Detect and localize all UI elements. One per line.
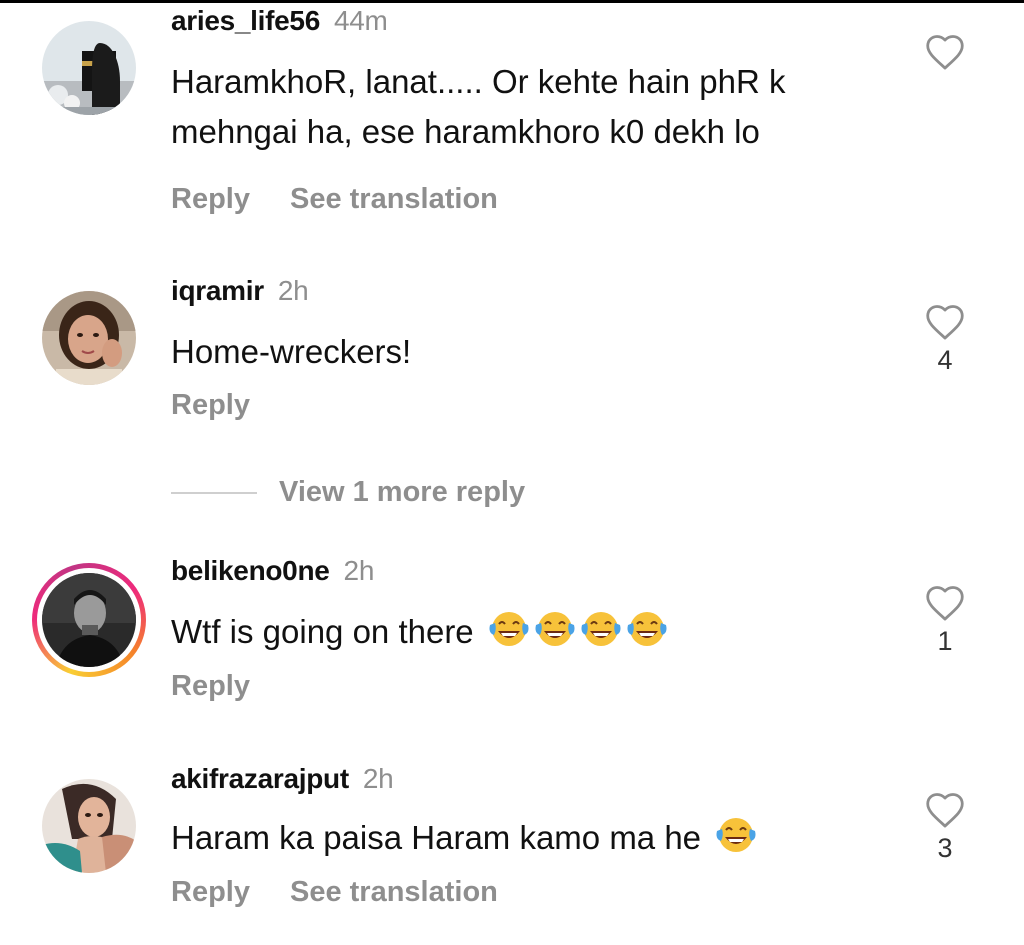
username-text[interactable]: akifrazarajput <box>171 763 349 794</box>
avatar[interactable] <box>42 21 136 115</box>
comment-username[interactable]: iqramir 2h <box>171 275 309 307</box>
see-translation-button[interactable]: See translation <box>290 876 498 908</box>
view-more-replies[interactable]: View 1 more reply <box>171 476 525 516</box>
face-with-tears-of-joy-icon <box>487 609 531 663</box>
comment-text: Home-wreckers! <box>171 333 412 370</box>
avatar-image <box>42 573 136 667</box>
comment-actions: Reply See translation <box>171 183 498 216</box>
like-control <box>923 33 967 71</box>
divider-line <box>171 491 257 494</box>
like-count[interactable]: 1 <box>923 626 967 657</box>
comment-text-line: HaramkhoR, lanat..... Or kehte hain phR … <box>171 63 786 100</box>
avatar[interactable] <box>42 779 136 873</box>
avatar-image <box>42 779 136 873</box>
comments-panel: aries_life56 44m HaramkhoR, lanat..... Or… <box>0 0 1024 945</box>
comment-actions: Reply <box>171 389 250 422</box>
like-control: 1 <box>923 584 967 657</box>
reply-button[interactable]: Reply <box>171 183 250 215</box>
username-text[interactable]: aries_life56 <box>171 5 320 36</box>
like-count[interactable]: 3 <box>923 833 967 864</box>
comment-time: 44m <box>333 5 388 36</box>
comment-time: 2h <box>277 275 309 306</box>
face-with-tears-of-joy-icon <box>579 609 623 663</box>
like-control: 4 <box>923 303 967 376</box>
username-text[interactable]: belikeno0ne <box>171 555 330 586</box>
avatar-image <box>42 291 136 385</box>
comment-actions: Reply See translation <box>171 876 498 909</box>
story-ring[interactable] <box>32 563 146 677</box>
see-translation-button[interactable]: See translation <box>290 183 498 215</box>
comment-actions: Reply <box>171 670 250 703</box>
like-control: 3 <box>923 791 967 864</box>
comment-text: Wtf is going on there <box>171 607 669 663</box>
face-with-tears-of-joy-icon <box>714 815 758 869</box>
comment-text-content: Haram ka paisa Haram kamo ma he <box>171 819 702 856</box>
comment-username[interactable]: aries_life56 44m <box>171 5 388 37</box>
avatar-image <box>42 21 136 115</box>
username-text[interactable]: iqramir <box>171 275 264 306</box>
avatar <box>42 573 136 667</box>
comment-username[interactable]: akifrazarajput 2h <box>171 763 394 795</box>
face-with-tears-of-joy-icon <box>533 609 577 663</box>
heart-outline-icon[interactable] <box>924 303 966 341</box>
reply-button[interactable]: Reply <box>171 670 250 702</box>
comment-text-content: Wtf is going on there <box>171 613 474 650</box>
face-with-tears-of-joy-icon <box>625 609 669 663</box>
heart-outline-icon[interactable] <box>924 584 966 622</box>
avatar[interactable] <box>42 291 136 385</box>
comment-text: HaramkhoR, lanat..... Or kehte hain phR … <box>171 57 785 157</box>
comment-time: 2h <box>343 555 375 586</box>
comment-time: 2h <box>362 763 394 794</box>
comment-text-line: mehngai ha, ese haramkhoro k0 dekh lo <box>171 113 760 150</box>
view-more-replies-label[interactable]: View 1 more reply <box>279 476 525 508</box>
reply-button[interactable]: Reply <box>171 389 250 421</box>
heart-outline-icon[interactable] <box>924 33 966 71</box>
heart-outline-icon[interactable] <box>924 791 966 829</box>
comment-username[interactable]: belikeno0ne 2h <box>171 555 374 587</box>
comment-text: Haram ka paisa Haram kamo ma he <box>171 813 758 869</box>
reply-button[interactable]: Reply <box>171 876 250 908</box>
like-count[interactable]: 4 <box>923 345 967 376</box>
